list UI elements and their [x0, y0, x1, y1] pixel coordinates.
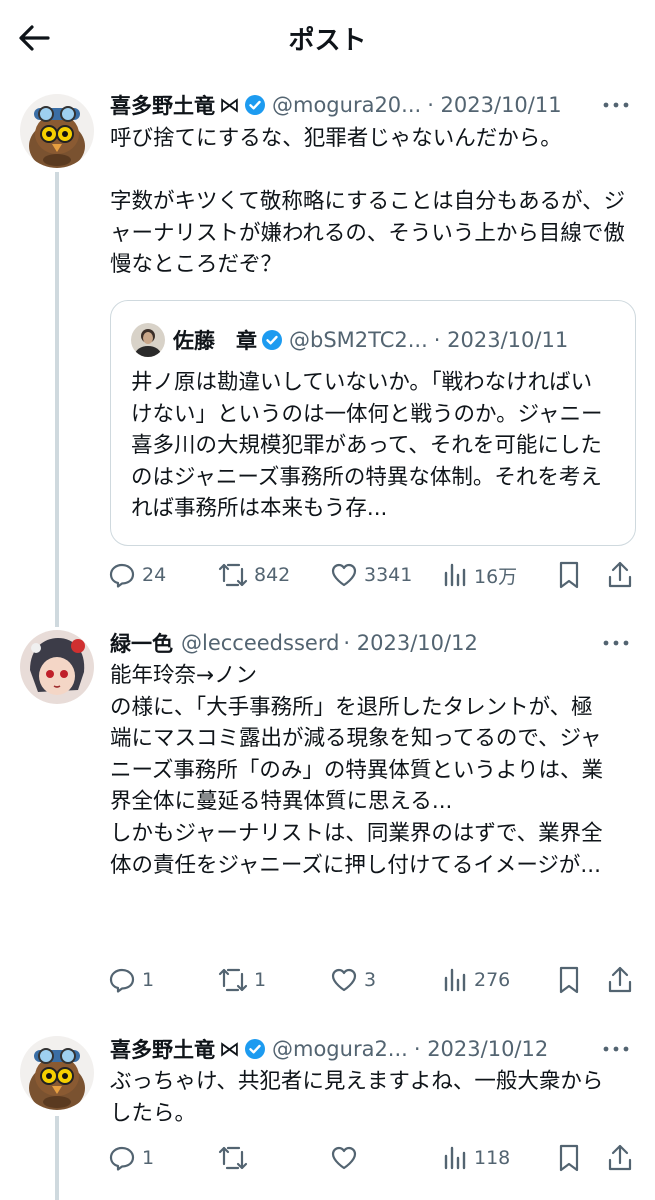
like-button[interactable]: 3: [330, 960, 376, 1000]
views-button[interactable]: 118: [442, 1138, 510, 1178]
author-name[interactable]: 喜多野土竜: [110, 90, 215, 120]
more-options-icon[interactable]: [601, 90, 631, 120]
reply-button[interactable]: 1: [108, 1138, 154, 1178]
post-date[interactable]: · 2023/10/12: [414, 1037, 548, 1061]
thread-line: [55, 1116, 59, 1200]
share-icon[interactable]: [606, 1143, 634, 1173]
author-name[interactable]: 緑一色: [110, 628, 173, 658]
more-options-icon[interactable]: [601, 1034, 631, 1064]
post-actions: 1 118: [108, 1138, 638, 1178]
repost-button[interactable]: 842: [218, 555, 290, 595]
views-chart-icon: [444, 968, 466, 992]
quoted-post-text: 井ノ原は勘違いしていないか。「戦わなければいけない」というのは一体何と戦うのか。…: [131, 370, 603, 522]
thread-line: [55, 172, 59, 627]
reply-icon: [109, 968, 135, 993]
reply-tweet-1[interactable]: 緑一色 @lecceedsserd · 2023/10/12 能年玲奈→ノン の…: [0, 622, 655, 1012]
views-count: 16万: [474, 565, 518, 588]
author-handle[interactable]: @lecceedsserd: [181, 631, 339, 655]
repost-icon: [218, 563, 248, 587]
author-handle[interactable]: @mogura20...: [272, 93, 421, 117]
quoted-author-name: 佐藤 章: [173, 329, 257, 353]
reply-count: 24: [142, 564, 167, 586]
reply-icon: [109, 1146, 135, 1171]
like-count: 3: [364, 969, 377, 991]
like-button[interactable]: [330, 1138, 364, 1178]
like-button[interactable]: 3341: [330, 555, 412, 595]
post-actions: 24 842 3341 16万: [108, 555, 638, 595]
author-row: 喜多野土竜 ⋈ @mogura20... · 2023/10/11: [110, 88, 635, 122]
quoted-verified-badge-icon: [262, 330, 282, 350]
post-text: 呼び捨てにするな、犯罪者じゃないんだから。 字数がキツくて敬称略にすることは自分…: [110, 126, 626, 278]
repost-icon: [218, 968, 248, 992]
post-text: 能年玲奈→ノン の様に、「大手事務所」を退所したタレントが、極端にマスコミ露出が…: [110, 663, 603, 878]
author-row: 喜多野土竜 ⋈ @mogura2... · 2023/10/12: [110, 1032, 635, 1066]
reply-button[interactable]: 24: [108, 555, 166, 595]
repost-button[interactable]: 1: [218, 960, 266, 1000]
reply-count: 1: [142, 1147, 155, 1169]
views-count: 276: [474, 969, 511, 991]
tweet-main[interactable]: 喜多野土竜 ⋈ @mogura20... · 2023/10/11 呼び捨てにす…: [0, 80, 655, 627]
quoted-post[interactable]: 佐藤 章 @bSM2TC2... · 2023/10/11 井ノ原は勘違いしてい…: [110, 300, 636, 546]
post-actions: 1 1 3 276: [108, 960, 638, 1000]
author-name-mark: ⋈: [219, 93, 240, 117]
views-chart-icon: [444, 563, 466, 587]
heart-icon: [331, 968, 357, 992]
bookmark-icon[interactable]: [557, 560, 581, 590]
repost-icon: [218, 1146, 248, 1170]
share-icon[interactable]: [606, 965, 634, 995]
bookmark-icon[interactable]: [557, 1143, 581, 1173]
post-date[interactable]: · 2023/10/12: [343, 631, 477, 655]
bookmark-icon[interactable]: [557, 965, 581, 995]
more-options-icon[interactable]: [601, 628, 631, 658]
quoted-post-date: · 2023/10/11: [433, 328, 569, 352]
repost-count: 842: [254, 564, 291, 586]
quoted-author-handle: @bSM2TC2...: [289, 328, 428, 352]
post-text: ぶっちゃけ、共犯者に見えますよね、一般大衆からしたら。: [110, 1069, 604, 1126]
like-count: 3341: [364, 564, 413, 586]
author-row: 緑一色 @lecceedsserd · 2023/10/12: [110, 626, 635, 660]
author-handle[interactable]: @mogura2...: [272, 1037, 408, 1061]
repost-button[interactable]: [218, 1138, 254, 1178]
heart-icon: [331, 563, 357, 587]
views-chart-icon: [444, 1146, 466, 1170]
post-date[interactable]: · 2023/10/11: [427, 93, 561, 117]
author-name-mark: ⋈: [219, 1037, 240, 1061]
views-button[interactable]: 16万: [442, 555, 517, 595]
avatar-mole[interactable]: [20, 94, 94, 168]
verified-badge-icon: [245, 1039, 265, 1059]
views-count: 118: [474, 1147, 511, 1169]
avatar-mole[interactable]: [20, 1036, 94, 1110]
top-bar: ポスト: [0, 0, 655, 76]
verified-badge-icon: [245, 95, 265, 115]
author-name[interactable]: 喜多野土竜: [110, 1034, 215, 1064]
repost-count: 1: [254, 969, 267, 991]
avatar-anime[interactable]: [20, 630, 94, 704]
share-icon[interactable]: [606, 560, 634, 590]
reply-icon: [109, 563, 135, 588]
heart-icon: [331, 1146, 357, 1170]
reply-button[interactable]: 1: [108, 960, 154, 1000]
reply-tweet-2[interactable]: 喜多野土竜 ⋈ @mogura2... · 2023/10/12 ぶっちゃけ、共…: [0, 1028, 655, 1200]
reply-count: 1: [142, 969, 155, 991]
views-button[interactable]: 276: [442, 960, 510, 1000]
page-title: ポスト: [288, 26, 367, 56]
quoted-avatar[interactable]: [131, 323, 165, 357]
